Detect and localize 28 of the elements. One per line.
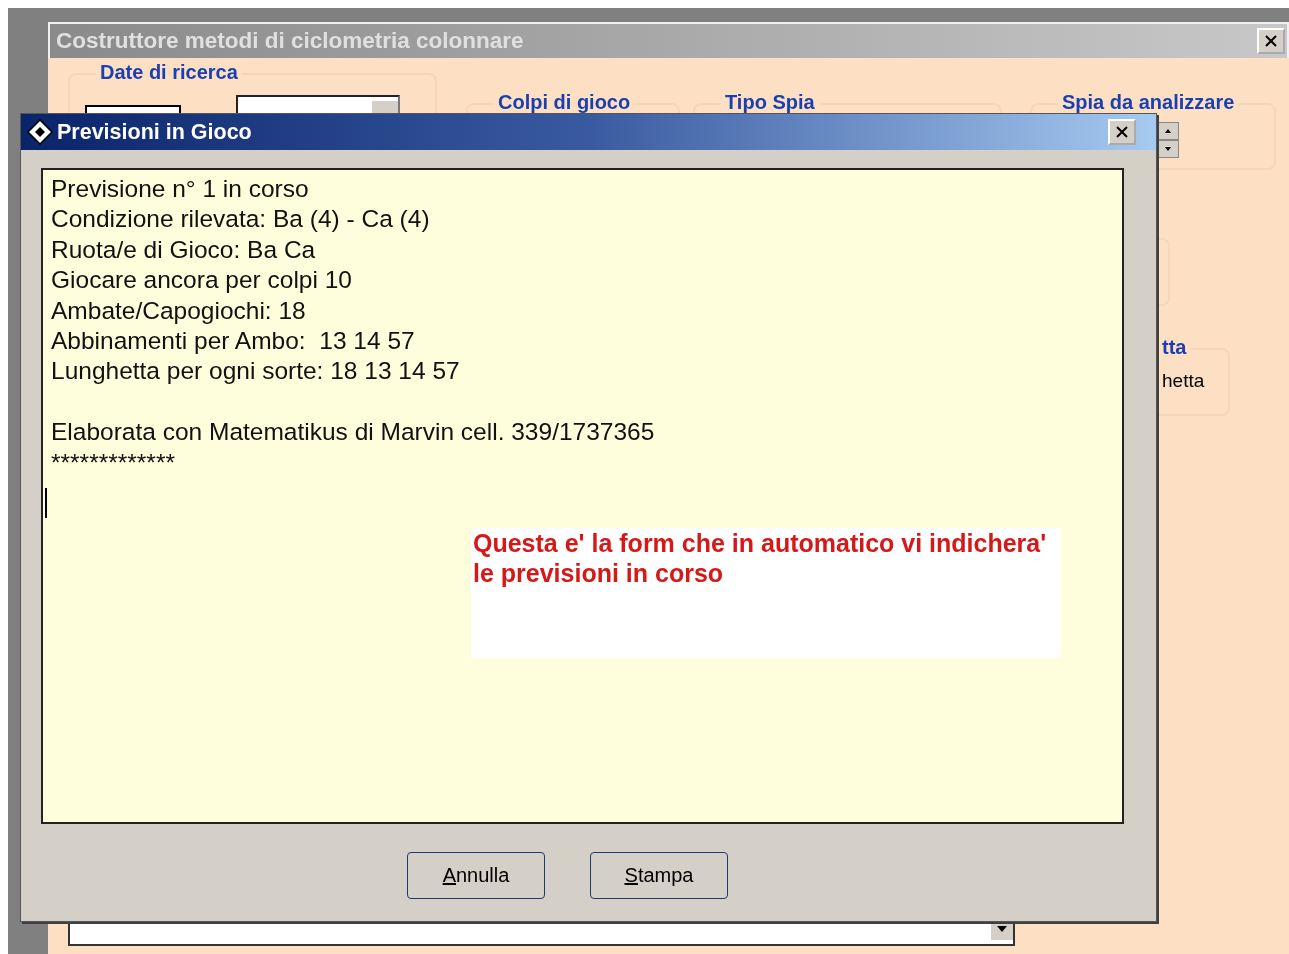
group-label: Spia da analizzare <box>1058 91 1239 114</box>
text-line: Condizione rilevata: Ba (4) - Ca (4) <box>51 204 431 235</box>
caret-icon <box>997 926 1007 932</box>
dialog-button[interactable]: Annulla <box>407 852 545 899</box>
close-button[interactable] <box>1257 28 1285 54</box>
text-line: Ruota/e di Gioco: Ba Ca <box>51 234 317 265</box>
date-field[interactable] <box>236 95 400 115</box>
close-icon <box>1115 125 1129 139</box>
text-line: Ambate/Capogiochi: 18 <box>51 295 307 326</box>
group-label: Tipo Spia <box>721 91 819 114</box>
text-line: Elaborata con Matematikus di Marvin cell. 339/1737365 <box>51 417 656 448</box>
dialog-button[interactable]: Stampa <box>590 852 728 899</box>
input-field[interactable] <box>85 105 181 113</box>
text-line: Giocare ancora per colpi 10 <box>51 265 353 296</box>
text-area[interactable] <box>41 168 1124 824</box>
text-line: Lunghetta per ogni sorte: 18 13 14 57 <box>51 356 461 387</box>
text-line: ************* <box>51 447 176 478</box>
text-cursor <box>45 488 47 519</box>
option-label: hetta <box>1162 370 1205 392</box>
close-button[interactable] <box>1108 119 1136 145</box>
window-title: Costruttore metodi di ciclometria colonnare <box>56 28 524 54</box>
group-label: Colpi di gioco <box>494 91 635 114</box>
dialog-title: Previsioni in Gioco <box>57 119 252 145</box>
note-text: Questa e' la form che in automatico vi indichera' le previsioni in corso <box>471 528 1061 658</box>
diamond-icon <box>27 119 53 145</box>
text-line: Abbinamenti per Ambo: 13 14 57 <box>51 326 416 357</box>
close-icon <box>1264 34 1278 48</box>
text-line: Previsione n° 1 in corso <box>51 174 310 204</box>
